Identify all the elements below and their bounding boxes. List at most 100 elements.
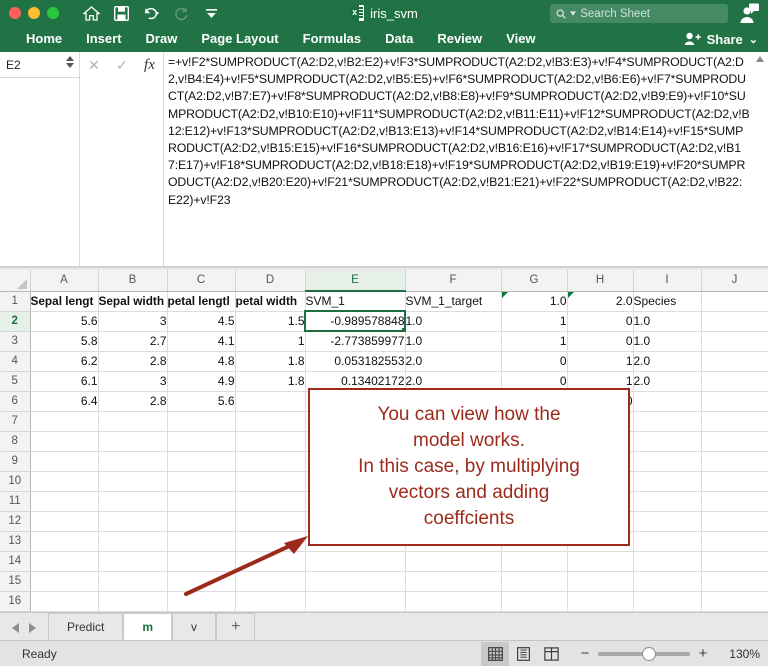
row-header-10[interactable]: 10 xyxy=(0,471,31,492)
cell-C2[interactable]: 4.5 xyxy=(167,311,236,332)
column-header-h[interactable]: H xyxy=(567,270,634,292)
cell-D12[interactable] xyxy=(235,511,306,532)
cell-B11[interactable] xyxy=(98,491,168,512)
cell-B9[interactable] xyxy=(98,451,168,472)
cell-J12[interactable] xyxy=(701,511,768,532)
column-header-e[interactable]: E xyxy=(305,270,406,292)
search-input[interactable] xyxy=(580,7,722,20)
cancel-formula-icon[interactable]: ✕ xyxy=(88,56,100,74)
cell-A14[interactable] xyxy=(30,551,99,572)
cell-B12[interactable] xyxy=(98,511,168,532)
cell-J1[interactable] xyxy=(701,291,768,312)
cell-H4[interactable]: 1 xyxy=(567,351,634,372)
cell-B10[interactable] xyxy=(98,471,168,492)
cell-D9[interactable] xyxy=(235,451,306,472)
row-header-11[interactable]: 11 xyxy=(0,491,31,512)
cell-C13[interactable] xyxy=(167,531,236,552)
name-box-spinner[interactable] xyxy=(66,56,74,68)
home-icon[interactable] xyxy=(83,5,100,22)
cell-H15[interactable] xyxy=(567,571,634,592)
page-break-view-icon[interactable] xyxy=(537,642,565,666)
cell-F14[interactable] xyxy=(405,551,502,572)
cell-I16[interactable] xyxy=(633,591,702,612)
chevron-down-icon[interactable]: ⌄ xyxy=(749,33,758,46)
column-header-j[interactable]: J xyxy=(701,270,768,292)
cell-I8[interactable] xyxy=(633,431,702,452)
row-header-6[interactable]: 6 xyxy=(0,391,31,412)
add-sheet-button[interactable]: + xyxy=(216,613,256,640)
cell-H1[interactable]: 2.0 xyxy=(567,291,634,312)
cell-I15[interactable] xyxy=(633,571,702,592)
next-sheet-icon[interactable] xyxy=(29,623,36,633)
row-header-12[interactable]: 12 xyxy=(0,511,31,532)
column-header-i[interactable]: I xyxy=(633,270,702,292)
cell-E16[interactable] xyxy=(305,591,406,612)
cell-F15[interactable] xyxy=(405,571,502,592)
cell-D15[interactable] xyxy=(235,571,306,592)
cell-I6[interactable] xyxy=(633,391,702,412)
normal-view-icon[interactable] xyxy=(481,641,509,666)
zoom-out-button[interactable]: − xyxy=(579,645,591,662)
cell-J10[interactable] xyxy=(701,471,768,492)
cell-D2[interactable]: 1.5 xyxy=(235,311,306,332)
column-header-b[interactable]: B xyxy=(98,270,168,292)
cell-J2[interactable] xyxy=(701,311,768,332)
cell-A4[interactable]: 6.2 xyxy=(30,351,99,372)
zoom-slider-thumb[interactable] xyxy=(642,646,656,661)
column-header-d[interactable]: D xyxy=(235,270,306,292)
cell-G15[interactable] xyxy=(501,571,568,592)
cell-C5[interactable]: 4.9 xyxy=(167,371,236,392)
cell-B6[interactable]: 2.8 xyxy=(98,391,168,412)
cell-B4[interactable]: 2.8 xyxy=(98,351,168,372)
close-window-button[interactable] xyxy=(9,7,21,19)
row-header-5[interactable]: 5 xyxy=(0,371,31,392)
formula-collapse-icon[interactable] xyxy=(754,54,765,266)
cell-A8[interactable] xyxy=(30,431,99,452)
cell-J14[interactable] xyxy=(701,551,768,572)
row-header-9[interactable]: 9 xyxy=(0,451,31,472)
cell-F2[interactable]: 1.0 xyxy=(405,311,502,332)
save-icon[interactable] xyxy=(113,5,130,22)
cell-F3[interactable]: 1.0 xyxy=(405,331,502,352)
cell-G16[interactable] xyxy=(501,591,568,612)
cell-D3[interactable]: 1 xyxy=(235,331,306,352)
tab-home[interactable]: Home xyxy=(14,26,74,52)
cell-I3[interactable]: 1.0 xyxy=(633,331,702,352)
cell-J11[interactable] xyxy=(701,491,768,512)
cell-J7[interactable] xyxy=(701,411,768,432)
cell-B3[interactable]: 2.7 xyxy=(98,331,168,352)
account-icon[interactable] xyxy=(738,3,760,24)
cell-A6[interactable]: 6.4 xyxy=(30,391,99,412)
cell-A13[interactable] xyxy=(30,531,99,552)
cell-D8[interactable] xyxy=(235,431,306,452)
row-header-13[interactable]: 13 xyxy=(0,531,31,552)
cell-C8[interactable] xyxy=(167,431,236,452)
cell-I13[interactable] xyxy=(633,531,702,552)
cell-B5[interactable]: 3 xyxy=(98,371,168,392)
share-button[interactable]: Share ⌄ xyxy=(684,26,758,52)
cell-J5[interactable] xyxy=(701,371,768,392)
cell-H3[interactable]: 0 xyxy=(567,331,634,352)
cell-C12[interactable] xyxy=(167,511,236,532)
cell-D16[interactable] xyxy=(235,591,306,612)
cell-I14[interactable] xyxy=(633,551,702,572)
undo-icon[interactable] xyxy=(143,5,160,22)
cell-A10[interactable] xyxy=(30,471,99,492)
formula-input-area[interactable]: =+v!F2*SUMPRODUCT(A2:D2,v!B2:E2)+v!F3*SU… xyxy=(164,52,768,266)
cell-A16[interactable] xyxy=(30,591,99,612)
cell-B13[interactable] xyxy=(98,531,168,552)
row-header-14[interactable]: 14 xyxy=(0,551,31,572)
cell-C3[interactable]: 4.1 xyxy=(167,331,236,352)
cell-D11[interactable] xyxy=(235,491,306,512)
cell-E14[interactable] xyxy=(305,551,406,572)
cell-C6[interactable]: 5.6 xyxy=(167,391,236,412)
zoom-slider[interactable] xyxy=(598,646,690,661)
cell-E1[interactable]: SVM_1 xyxy=(305,291,406,312)
confirm-formula-icon[interactable]: ✓ xyxy=(116,56,128,74)
cell-C11[interactable] xyxy=(167,491,236,512)
cell-G4[interactable]: 0 xyxy=(501,351,568,372)
cell-I11[interactable] xyxy=(633,491,702,512)
cell-D7[interactable] xyxy=(235,411,306,432)
cell-J6[interactable] xyxy=(701,391,768,412)
tab-view[interactable]: View xyxy=(494,26,547,52)
